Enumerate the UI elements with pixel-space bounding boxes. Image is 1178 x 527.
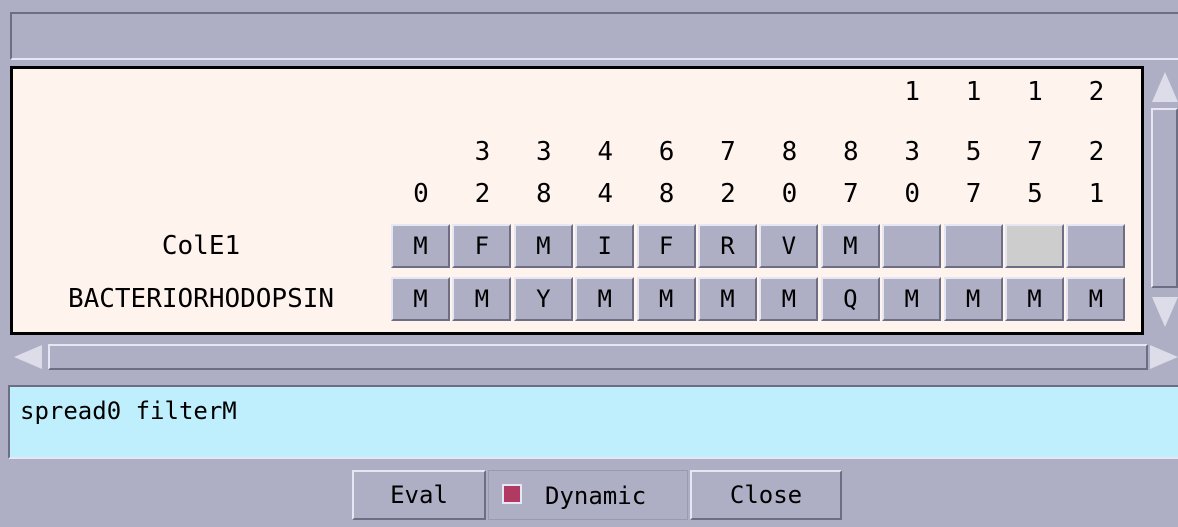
column-header-digit: 8 bbox=[658, 179, 675, 209]
column-header-digit: 1 bbox=[1027, 77, 1043, 107]
scroll-up-arrow-icon[interactable] bbox=[1152, 72, 1178, 102]
table-cell[interactable]: M bbox=[759, 277, 819, 321]
table-cell[interactable]: M bbox=[575, 277, 635, 321]
horizontal-scrollbar[interactable] bbox=[10, 342, 1178, 372]
table-cell[interactable]: M bbox=[698, 277, 757, 321]
vertical-scrollbar[interactable] bbox=[1148, 66, 1178, 335]
column-header-digit: 8 bbox=[781, 137, 798, 167]
table-cell[interactable]: R bbox=[698, 224, 757, 268]
table-cell[interactable] bbox=[882, 224, 942, 268]
table-cell[interactable]: M bbox=[636, 277, 696, 321]
table-cell[interactable]: M bbox=[882, 277, 942, 321]
table-cell[interactable]: M bbox=[1005, 277, 1064, 321]
command-input[interactable]: spread0 filterM bbox=[8, 385, 1178, 459]
column-header-digit: 2 bbox=[474, 179, 491, 209]
vertical-scroll-thumb[interactable] bbox=[1151, 108, 1178, 288]
row-label: ColE1 bbox=[161, 231, 241, 261]
column-header-digit: 0 bbox=[781, 179, 798, 209]
column-header-digit: 2 bbox=[720, 179, 736, 209]
top-status-field bbox=[10, 12, 1178, 60]
row-label: BACTERIORHODOPSIN bbox=[67, 284, 335, 314]
column-header-digit: 2 bbox=[1088, 77, 1105, 107]
alignment-table: 032384468728087130157175221 ColE1 M F M I F R V… bbox=[10, 66, 1144, 335]
table-cell[interactable]: V bbox=[759, 224, 819, 268]
table-cell[interactable]: M bbox=[1066, 277, 1126, 321]
table-cell[interactable]: M bbox=[452, 277, 512, 321]
column-header-digit: 3 bbox=[535, 137, 552, 167]
table-cell[interactable]: M bbox=[391, 224, 450, 268]
column-header-digit: 6 bbox=[658, 137, 675, 167]
table-cell[interactable]: M bbox=[943, 277, 1003, 321]
scroll-right-arrow-icon[interactable] bbox=[1150, 345, 1178, 369]
scroll-down-arrow-icon[interactable] bbox=[1152, 297, 1178, 327]
table-cell[interactable]: I bbox=[575, 224, 635, 268]
table-cell[interactable]: M bbox=[513, 224, 573, 268]
table-cell[interactable]: M bbox=[391, 277, 450, 321]
table-cell[interactable] bbox=[1005, 224, 1064, 268]
checkbox-checked-icon[interactable] bbox=[502, 484, 522, 504]
column-header-digit: 0 bbox=[413, 179, 429, 209]
column-header-digit: 1 bbox=[1088, 179, 1105, 209]
column-header-digit: 4 bbox=[597, 137, 614, 167]
column-header-digit: 8 bbox=[535, 179, 552, 209]
scroll-left-arrow-icon[interactable] bbox=[14, 345, 42, 369]
column-header-digit: 7 bbox=[720, 137, 736, 167]
column-header-digit: 3 bbox=[904, 137, 921, 167]
column-header-digit: 1 bbox=[904, 77, 921, 107]
eval-button[interactable]: Eval bbox=[352, 470, 486, 520]
table-cell[interactable]: Y bbox=[513, 277, 573, 321]
table-cell[interactable]: Q bbox=[820, 277, 880, 321]
column-header-digit: 7 bbox=[1027, 137, 1043, 167]
column-header-digit: 5 bbox=[1027, 179, 1043, 209]
column-header-digit: 1 bbox=[965, 77, 982, 107]
column-header-digit: 3 bbox=[474, 137, 491, 167]
dynamic-toggle[interactable]: Dynamic bbox=[488, 470, 688, 520]
horizontal-scroll-thumb[interactable] bbox=[48, 344, 1148, 370]
dynamic-label: Dynamic bbox=[545, 482, 647, 510]
column-header-digit: 4 bbox=[597, 179, 614, 209]
table-cell[interactable]: M bbox=[820, 224, 880, 268]
column-header-digit: 5 bbox=[965, 137, 982, 167]
column-header-digit: 2 bbox=[1088, 137, 1105, 167]
column-header-digit: 7 bbox=[842, 179, 859, 209]
column-header-digit: 7 bbox=[965, 179, 982, 209]
close-button[interactable]: Close bbox=[690, 470, 842, 520]
column-header-digit: 0 bbox=[904, 179, 921, 209]
table-cell[interactable] bbox=[1066, 224, 1126, 268]
column-header-digit: 8 bbox=[842, 137, 859, 167]
table-cell[interactable]: F bbox=[636, 224, 696, 268]
table-cell[interactable]: F bbox=[452, 224, 512, 268]
table-cell[interactable] bbox=[943, 224, 1003, 268]
